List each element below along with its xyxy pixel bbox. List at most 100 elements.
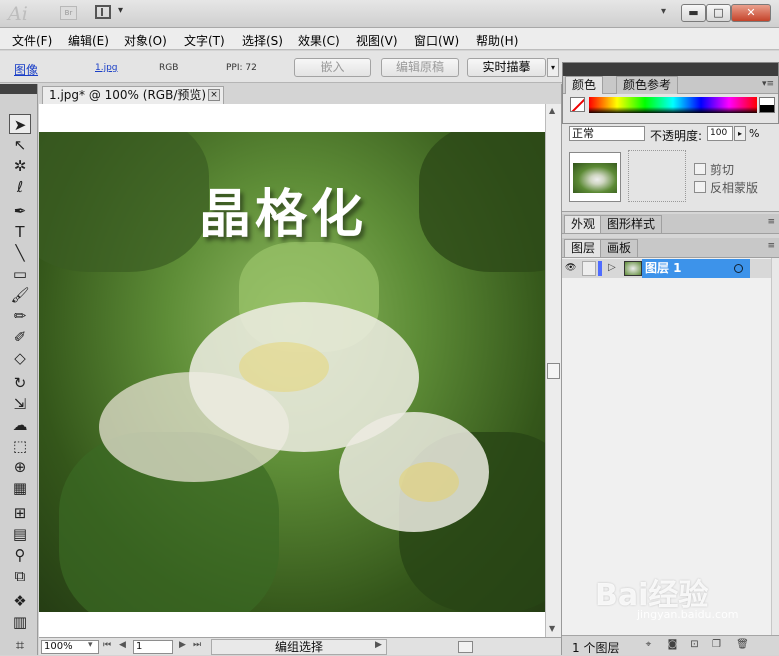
- opacity-input[interactable]: 100: [707, 126, 733, 141]
- layers-scrollbar[interactable]: [771, 258, 779, 635]
- new-layer-icon[interactable]: ❐: [710, 639, 723, 651]
- layers-menu-icon[interactable]: ≡: [767, 241, 775, 251]
- perspective-icon[interactable]: ▦: [9, 478, 31, 498]
- document-tab[interactable]: 1.jpg* @ 100% (RGB/预览) ×: [42, 86, 224, 104]
- black-white-swatch[interactable]: [759, 97, 775, 113]
- rectangle-icon[interactable]: ▭: [9, 264, 31, 284]
- shape-builder-icon[interactable]: ⊕: [9, 457, 31, 477]
- menu-window[interactable]: 窗口(W): [414, 32, 459, 49]
- tab-color[interactable]: 颜色: [565, 76, 604, 94]
- layer-row[interactable]: 👁 ▷ 图层 1: [562, 259, 772, 278]
- color-spectrum[interactable]: [589, 97, 757, 113]
- warp-icon[interactable]: ☁: [9, 415, 31, 435]
- lock-toggle[interactable]: [582, 261, 596, 276]
- eraser-icon[interactable]: ◇: [9, 348, 31, 368]
- selection-tool-icon[interactable]: ➤: [9, 114, 31, 134]
- line-icon[interactable]: ╲: [9, 243, 31, 263]
- symbol-sprayer-icon[interactable]: ❖: [9, 591, 31, 611]
- last-artboard-icon[interactable]: ⏭: [193, 640, 201, 650]
- opacity-label: 不透明度:: [650, 129, 703, 143]
- opacity-stepper-icon[interactable]: ▸: [734, 126, 746, 141]
- gradient-icon[interactable]: ▤: [9, 524, 31, 544]
- menu-file[interactable]: 文件(F): [12, 32, 52, 49]
- object-type-link[interactable]: 图像: [14, 61, 38, 78]
- mask-thumbnail[interactable]: [628, 150, 686, 202]
- type-icon[interactable]: T: [9, 222, 31, 242]
- trace-options-dropdown[interactable]: ▾: [547, 58, 559, 77]
- panel-menu-icon[interactable]: ▾≡: [762, 79, 774, 89]
- delete-layer-icon[interactable]: 🗑: [736, 639, 749, 651]
- scroll-up-icon[interactable]: ▲: [549, 106, 555, 115]
- embed-button[interactable]: 嵌入: [294, 58, 371, 77]
- workspace-dropdown-icon[interactable]: ▾: [661, 6, 666, 17]
- artboard-number-select[interactable]: 1: [133, 640, 173, 654]
- visibility-eye-icon[interactable]: 👁: [565, 263, 576, 273]
- document-title: 1.jpg* @ 100% (RGB/预览): [49, 88, 207, 102]
- menu-type[interactable]: 文字(T): [184, 32, 225, 49]
- rotate-icon[interactable]: ↻: [9, 373, 31, 393]
- arrange-documents-icon[interactable]: [95, 5, 111, 19]
- color-panel-header[interactable]: [563, 63, 778, 76]
- tab-layers[interactable]: 图层: [564, 239, 603, 257]
- title-bar: Ai Br ▾ ▾ ▬ □ ✕: [0, 0, 779, 28]
- status-tool-label[interactable]: 编组选择: [211, 639, 387, 655]
- invert-mask-checkbox[interactable]: [694, 181, 706, 193]
- menu-view[interactable]: 视图(V): [356, 32, 398, 49]
- object-thumbnail[interactable]: [569, 152, 621, 202]
- canvas-vertical-scrollbar[interactable]: ▲ ▼: [545, 104, 561, 637]
- free-transform-icon[interactable]: ⬚: [9, 436, 31, 456]
- tab-appearance[interactable]: 外观: [564, 215, 603, 233]
- clip-checkbox[interactable]: [694, 163, 706, 175]
- arrange-dropdown-icon[interactable]: ▾: [118, 5, 123, 16]
- canvas[interactable]: 晶格化: [39, 104, 545, 637]
- close-button[interactable]: ✕: [731, 4, 771, 22]
- artboard-icon[interactable]: ⌗: [9, 635, 31, 655]
- menu-help[interactable]: 帮助(H): [476, 32, 518, 49]
- first-artboard-icon[interactable]: ⏮: [103, 640, 111, 650]
- layer-target-icon[interactable]: [734, 264, 743, 273]
- edit-original-button[interactable]: 编辑原稿: [381, 58, 459, 77]
- none-swatch-icon[interactable]: [570, 97, 585, 112]
- column-graph-icon[interactable]: ▥: [9, 612, 31, 632]
- minimize-button[interactable]: ▬: [681, 4, 706, 22]
- scale-icon[interactable]: ⇲: [9, 394, 31, 414]
- scroll-down-icon[interactable]: ▼: [549, 624, 555, 633]
- menu-select[interactable]: 选择(S): [242, 32, 283, 49]
- blob-brush-icon[interactable]: ✐: [9, 327, 31, 347]
- lasso-icon[interactable]: ℓ: [9, 177, 31, 197]
- direct-selection-icon[interactable]: ↖: [9, 135, 31, 155]
- tools-panel-header[interactable]: [0, 84, 37, 94]
- locate-object-icon[interactable]: ⌖: [642, 639, 655, 651]
- expand-layer-icon[interactable]: ▷: [608, 262, 616, 273]
- next-artboard-icon[interactable]: ▶: [179, 640, 186, 650]
- magic-wand-icon[interactable]: ✲: [9, 156, 31, 176]
- tab-color-guide[interactable]: 颜色参考: [616, 76, 679, 94]
- vertical-scroll-thumb[interactable]: [547, 363, 560, 379]
- pencil-icon[interactable]: ✏: [9, 306, 31, 326]
- previous-artboard-icon[interactable]: ◀: [119, 640, 126, 650]
- horizontal-scroll-thumb[interactable]: [458, 641, 473, 653]
- linked-file-link[interactable]: 1.jpg: [95, 63, 118, 73]
- status-menu-icon[interactable]: ▶: [375, 640, 382, 650]
- eyedropper-icon[interactable]: ⚲: [9, 545, 31, 565]
- tab-graphic-styles[interactable]: 图形样式: [600, 215, 663, 233]
- live-trace-button[interactable]: 实时描摹: [467, 58, 546, 77]
- maximize-button[interactable]: □: [706, 4, 731, 22]
- pen-icon[interactable]: ✒: [9, 201, 31, 221]
- appearance-panel-tabs: 外观 图形样式 ≡: [562, 214, 779, 234]
- menu-object[interactable]: 对象(O): [124, 32, 167, 49]
- close-document-icon[interactable]: ×: [208, 89, 220, 101]
- mesh-icon[interactable]: ⊞: [9, 503, 31, 523]
- blend-icon[interactable]: ⧉: [9, 566, 31, 586]
- appearance-menu-icon[interactable]: ≡: [767, 217, 775, 227]
- paintbrush-icon[interactable]: 🖌: [9, 285, 31, 305]
- blend-mode-select[interactable]: 正常: [569, 126, 645, 141]
- zoom-dropdown-icon[interactable]: ▾: [88, 640, 93, 650]
- menu-edit[interactable]: 编辑(E): [68, 32, 109, 49]
- bridge-button[interactable]: Br: [60, 6, 77, 20]
- menu-effect[interactable]: 效果(C): [298, 32, 340, 49]
- new-sublayer-icon[interactable]: ⊡: [688, 639, 701, 651]
- tab-artboards[interactable]: 画板: [600, 239, 639, 257]
- artwork-image[interactable]: 晶格化: [39, 132, 545, 612]
- make-clipping-mask-icon[interactable]: ◙: [666, 639, 679, 651]
